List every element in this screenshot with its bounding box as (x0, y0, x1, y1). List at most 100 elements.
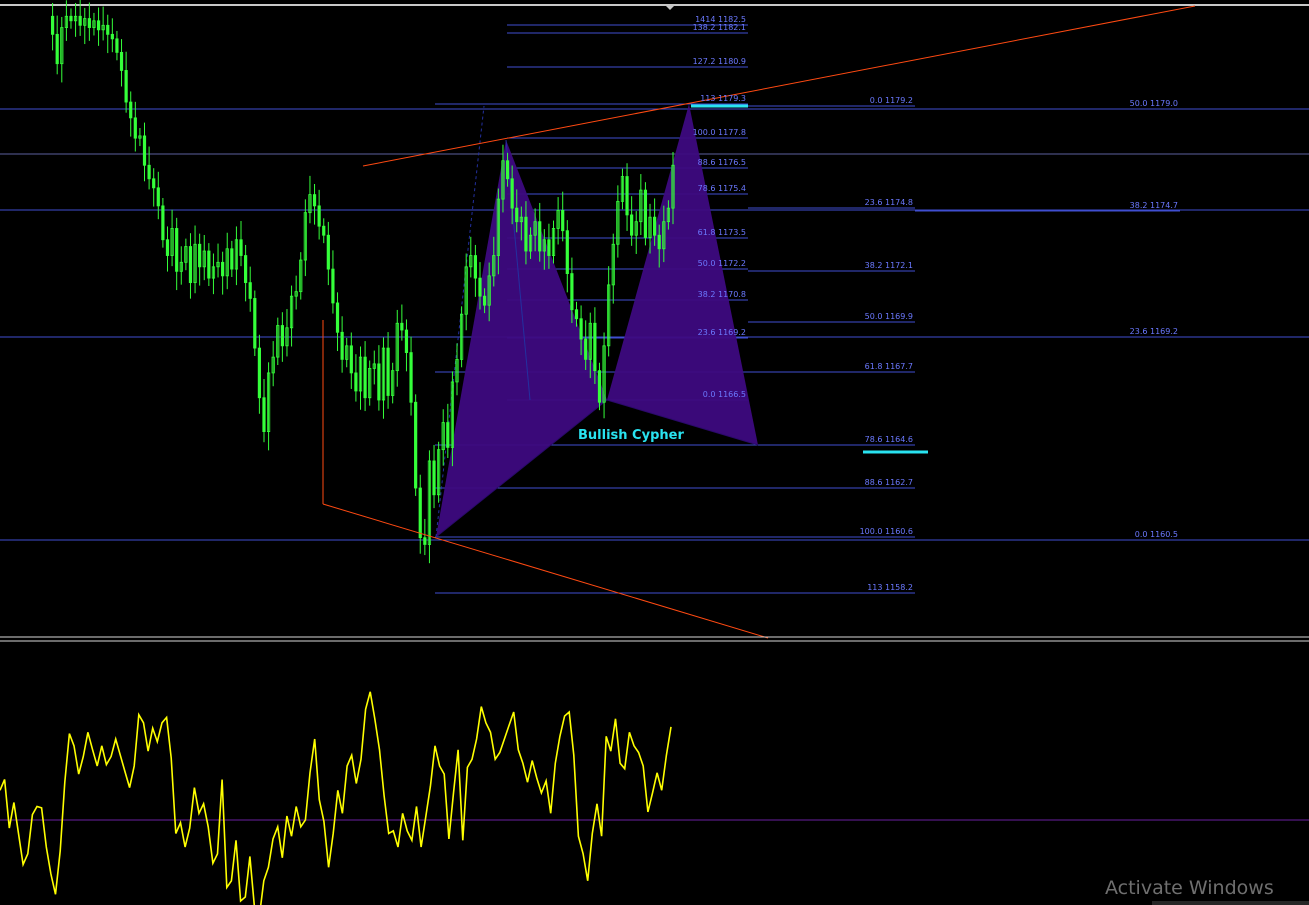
candle-body (161, 205, 165, 241)
candle-body (221, 261, 225, 277)
candle-body (657, 234, 661, 250)
fib-level-label: 38.2 1172.1 (865, 261, 913, 270)
candle-body (188, 246, 193, 284)
candle-body (87, 18, 91, 28)
fib-level-label: 100.0 1177.8 (693, 128, 746, 137)
candle-body (547, 239, 551, 256)
fib-level-label: 50.0 1179.0 (1130, 99, 1178, 108)
candle-body (322, 225, 326, 236)
candle-body (643, 189, 648, 238)
candle-body (96, 20, 101, 31)
candle-body (257, 347, 261, 399)
candle-body (340, 331, 344, 360)
activate-windows-watermark: Activate Windows (1105, 877, 1274, 899)
candle-body (55, 33, 59, 65)
candle-body (538, 221, 542, 252)
candle-body (653, 216, 657, 236)
candle-body (198, 243, 202, 268)
candle-body (414, 401, 418, 489)
candle-body (579, 318, 583, 340)
candle-body (482, 295, 487, 306)
fib-level-label: 113 1158.2 (867, 583, 913, 592)
fib-level-label: 61.8 1167.7 (865, 362, 913, 371)
candle-body (239, 239, 243, 256)
candle-body (119, 52, 124, 71)
candle-body (110, 33, 114, 40)
fib-level-label: 88.6 1176.5 (698, 158, 746, 167)
candle-body (473, 255, 477, 279)
candle-body (129, 101, 133, 119)
candle-body (423, 537, 427, 545)
candle-body (478, 277, 482, 297)
candle-body (142, 135, 147, 166)
fib-level-label: 0.0 1166.5 (703, 390, 746, 399)
candle-body (147, 164, 151, 180)
candle-body (446, 422, 450, 448)
candle-body (317, 205, 321, 227)
taskbar-edge (1152, 901, 1309, 905)
candle-body (349, 345, 353, 374)
candle-body (561, 209, 565, 232)
fib-level-label: 127.2 1180.9 (693, 57, 746, 66)
fib-level-label: 61.8 1173.5 (698, 228, 746, 237)
candle-body (253, 298, 257, 349)
candle-body (248, 282, 252, 299)
candle-body (584, 338, 588, 360)
candle-body (597, 370, 602, 403)
fib-level-label: 23.6 1174.8 (865, 198, 913, 207)
candle-body (625, 176, 629, 216)
candle-body (165, 239, 170, 256)
candle-body (409, 352, 413, 403)
candle-body (69, 15, 73, 22)
pattern-label: Bullish Cypher (578, 428, 684, 443)
candle-body (404, 329, 409, 353)
candle-body (418, 487, 422, 539)
fib-level-label: 138.2 1182.1 (693, 23, 746, 32)
candle-body (106, 24, 110, 35)
candle-body (630, 214, 634, 236)
fib-level-label: 23.6 1169.2 (1130, 327, 1178, 336)
fib-level-label: 113 1179.3 (700, 94, 746, 103)
candle-body (312, 194, 317, 207)
candle-body (363, 356, 367, 399)
candle-body (505, 160, 510, 180)
fib-level-label: 78.6 1175.4 (698, 184, 746, 193)
fib-level-label: 88.6 1162.7 (865, 478, 913, 487)
candle-body (262, 397, 266, 433)
candle-body (593, 322, 597, 372)
candle-body (133, 117, 137, 139)
fib-level-label: 100.0 1160.6 (860, 527, 913, 536)
candle-body (78, 15, 82, 26)
candle-body (244, 255, 248, 284)
candle-body (565, 230, 569, 274)
candle-body (326, 234, 330, 270)
candle-body (574, 309, 579, 320)
chart-background (0, 0, 1309, 905)
candle-body (280, 325, 284, 347)
candle-body (331, 268, 335, 304)
candle-body (207, 250, 211, 279)
fib-level-label: 50.0 1169.9 (865, 312, 913, 321)
candle-body (570, 273, 574, 311)
candle-body (156, 187, 160, 207)
candle-body (400, 322, 404, 331)
fib-level-label: 38.2 1174.7 (1130, 201, 1178, 210)
candle-body (115, 38, 119, 53)
candle-body (50, 15, 55, 35)
candle-body (152, 178, 156, 189)
candle-body (230, 248, 234, 270)
candle-body (386, 347, 390, 396)
candle-body (335, 302, 340, 333)
candle-body (354, 372, 358, 392)
fib-level-label: 23.6 1169.2 (698, 328, 746, 337)
candle-body (515, 207, 519, 223)
fib-level-label: 50.0 1172.2 (698, 259, 746, 268)
candle-body (524, 216, 528, 252)
price-chart: 1414 1182.5138.2 1182.1127.2 1180.9113 1… (0, 0, 1309, 905)
fib-level-label: 0.0 1160.5 (1135, 530, 1178, 539)
candle-body (124, 70, 128, 103)
candle-body (432, 460, 436, 496)
candle-body (510, 178, 514, 209)
fib-level-label: 78.6 1164.6 (865, 435, 913, 444)
fib-level-label: 38.2 1170.8 (698, 290, 746, 299)
